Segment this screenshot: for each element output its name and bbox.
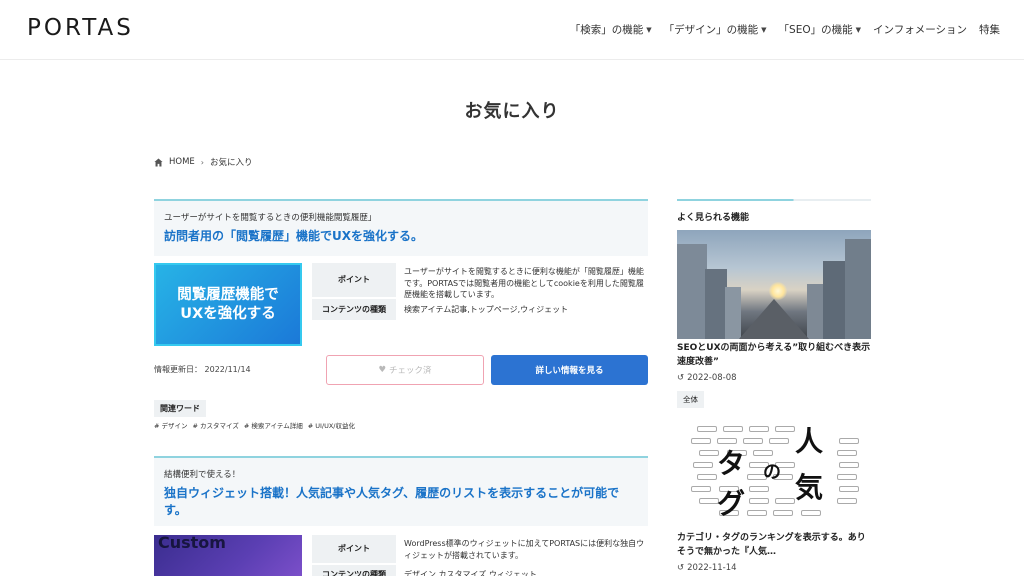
home-icon xyxy=(154,157,163,167)
caret-down-icon: ▼ xyxy=(761,25,767,34)
tag-list: # デザイン # カスタマイズ # 検索アイテム詳細 # UI/UX/収益化 xyxy=(154,420,355,430)
article-header: ユーザーがサイトを閲覧するときの便利機能閲覧履歴」 訪問者用の「閲覧履歴」機能で… xyxy=(154,199,648,256)
tag-link[interactable]: # UI/UX/収益化 xyxy=(308,420,355,430)
sidebar-article-image[interactable]: 人 気 の タ グ xyxy=(677,420,871,529)
history-icon: ↺ xyxy=(677,563,685,573)
related-words-label: 関連ワード xyxy=(154,400,206,417)
nav-item-seo[interactable]: 「SEO」の機能 ▼ xyxy=(779,22,861,37)
article-thumbnail[interactable]: 閲覧履歴機能で UXを強化する xyxy=(154,263,302,346)
breadcrumb-home[interactable]: HOME xyxy=(169,157,195,167)
nav-item-design[interactable]: 「デザイン」の機能 ▼ xyxy=(664,22,767,37)
detail-button[interactable]: 詳しい情報を見る xyxy=(491,355,648,385)
breadcrumb-current: お気に入り xyxy=(210,158,253,168)
sidebar-article-image[interactable] xyxy=(677,230,871,339)
article-subtitle: ユーザーがサイトを閲覧するときの便利機能閲覧履歴」 xyxy=(164,213,377,223)
point-label: ポイント xyxy=(312,263,396,297)
contents-label: コンテンツの種類 xyxy=(312,299,396,320)
sidebar-article-date: ↺ 2022-08-08 xyxy=(677,373,737,383)
contents-text: 検索アイテム記事,トップページ,ウィジェット xyxy=(404,305,569,314)
article-header: 結構便利で使える！ 独自ウィジェット搭載！人気記事や人気タグ、履歴のリストを表示… xyxy=(154,456,648,526)
breadcrumb: HOME › お気に入り xyxy=(154,156,253,168)
article-spec: ポイント ユーザーがサイトを閲覧するときに便利な機能が「閲覧履歴」機能です。PO… xyxy=(312,263,648,320)
sidebar-article-date: ↺ 2022-11-14 xyxy=(677,563,737,573)
site-logo[interactable]: PORTAS xyxy=(27,15,134,41)
tag-link[interactable]: # デザイン xyxy=(154,420,188,430)
article-subtitle: 結構便利で使える！ xyxy=(164,470,241,480)
heart-icon: ♥ xyxy=(378,365,387,375)
chevron-right-icon: › xyxy=(200,157,204,167)
tag-link[interactable]: # 検索アイテム詳細 xyxy=(244,420,303,430)
nav-item-feature[interactable]: 特集 xyxy=(979,22,1000,37)
article-thumbnail[interactable]: Custom xyxy=(154,535,302,576)
caret-down-icon: ▼ xyxy=(646,25,652,34)
point-text: WordPress標準のウィジェットに加えてPORTASには便利な独自ウィジェッ… xyxy=(404,539,645,560)
history-icon: ↺ xyxy=(677,373,685,383)
site-header: PORTAS 「検索」の機能 ▼ 「デザイン」の機能 ▼ 「SEO」の機能 ▼ インフ… xyxy=(0,0,1024,60)
sidebar-article-title[interactable]: カテゴリ・タグのランキングを表示する。ありそうで無かった『人気… xyxy=(677,532,871,559)
point-label: ポイント xyxy=(312,535,396,563)
tag-link[interactable]: # カスタマイズ xyxy=(193,420,239,430)
main-nav: 「検索」の機能 ▼ 「デザイン」の機能 ▼ 「SEO」の機能 ▼ インフォメーション … xyxy=(570,22,1000,37)
article-title[interactable]: 独自ウィジェット搭載！人気記事や人気タグ、履歴のリストを表示することが可能です。 xyxy=(164,485,638,520)
sidebar-article-title[interactable]: SEOとUXの両面から考える”取り組むべき表示速度改善” xyxy=(677,342,871,369)
check-button[interactable]: ♥ チェック済 xyxy=(326,355,484,385)
caret-down-icon: ▼ xyxy=(855,25,862,34)
updated-date: 情報更新日： 2022/11/14 xyxy=(154,365,251,374)
category-chip[interactable]: 全体 xyxy=(677,391,704,408)
nav-item-information[interactable]: インフォメーション xyxy=(873,22,967,37)
sidebar-divider xyxy=(677,199,871,201)
point-text: ユーザーがサイトを閲覧するときに便利な機能が「閲覧履歴」機能です。PORTASで… xyxy=(404,267,644,300)
contents-label: コンテンツの種類 xyxy=(312,565,396,576)
page-title: お気に入り xyxy=(464,101,560,122)
article-title[interactable]: 訪問者用の「閲覧履歴」機能でUXを強化する。 xyxy=(164,228,638,245)
article-spec: ポイント WordPress標準のウィジェットに加えてPORTASには便利な独自… xyxy=(312,535,648,576)
sidebar-title: よく見られる機能 xyxy=(677,213,750,223)
contents-text: デザイン,カスタマイズ,ウィジェット xyxy=(404,570,537,576)
nav-item-search[interactable]: 「検索」の機能 ▼ xyxy=(570,22,652,37)
